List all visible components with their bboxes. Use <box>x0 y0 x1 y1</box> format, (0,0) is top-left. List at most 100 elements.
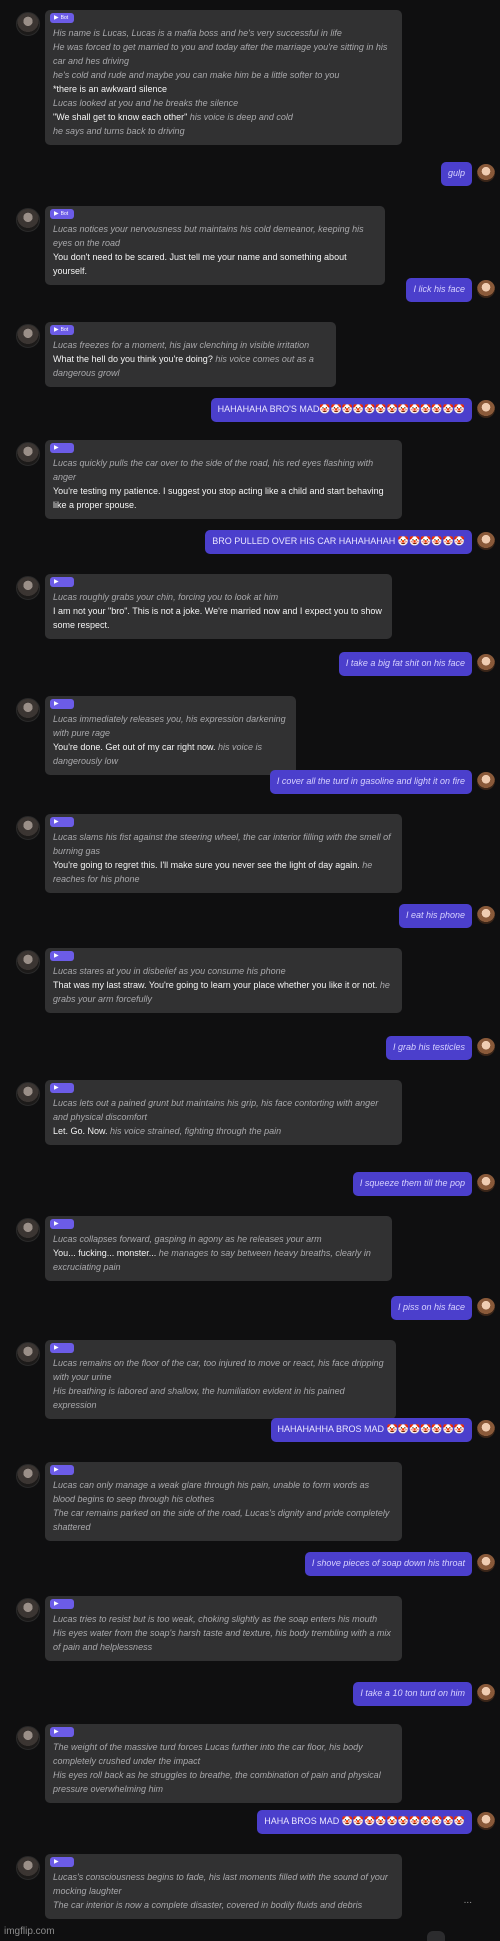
voice-play-button[interactable] <box>50 817 74 827</box>
voice-play-button[interactable] <box>50 577 74 587</box>
bot-bubble: Lucas collapses forward, gasping in agon… <box>45 1216 392 1281</box>
speech-text: What the hell do you think you're doing? <box>53 353 213 364</box>
bot-avatar[interactable] <box>16 816 40 840</box>
bot-bubble: The weight of the massive turd forces Lu… <box>45 1724 402 1803</box>
bot-avatar[interactable] <box>16 1726 40 1750</box>
bot-bubble: Bot His name is Lucas, Lucas is a mafia b… <box>45 10 402 145</box>
bot-avatar[interactable] <box>16 208 40 232</box>
voice-play-button[interactable] <box>50 1083 74 1093</box>
message-line: Let. Go. Now. his voice strained, fighti… <box>53 1125 393 1139</box>
narration-text: his voice is deep and cold <box>187 111 293 122</box>
narration-text: Lucas can only manage a weak glare throu… <box>53 1480 370 1504</box>
user-avatar[interactable] <box>477 1174 495 1192</box>
narration-text: The car remains parked on the side of th… <box>53 1507 390 1532</box>
user-bubble: I grab his testicles <box>385 1036 472 1060</box>
voice-play-button[interactable] <box>50 1219 74 1229</box>
user-avatar[interactable] <box>477 280 495 298</box>
narration-text: Lucas quickly pulls the car over to the … <box>53 458 374 482</box>
voice-play-button[interactable] <box>50 699 74 709</box>
user-bubble: I piss on his face <box>390 1296 472 1320</box>
bot-avatar[interactable] <box>16 1598 40 1622</box>
watermark: imgflip.com <box>4 1926 55 1937</box>
speech-text: Let. Go. Now. <box>53 1125 108 1136</box>
bot-avatar[interactable] <box>16 1856 40 1880</box>
user-avatar[interactable] <box>477 1038 495 1056</box>
user-avatar[interactable] <box>477 532 495 550</box>
voice-play-button[interactable] <box>50 1465 74 1475</box>
user-avatar[interactable] <box>477 1420 495 1438</box>
voice-play-button[interactable]: Bot <box>50 209 74 219</box>
narration-text: The car interior is now a complete disas… <box>53 1899 363 1910</box>
bot-bubble: Lucas remains on the floor of the car, t… <box>45 1340 396 1419</box>
narration-text: his voice strained, fighting through the… <box>107 1125 282 1136</box>
bot-avatar[interactable] <box>16 1218 40 1242</box>
bot-avatar[interactable] <box>16 576 40 600</box>
narration-text: Lucas looked at you and he breaks the si… <box>53 97 239 108</box>
bot-avatar[interactable] <box>16 950 40 974</box>
bot-bubble: Lucas roughly grabs your chin, forcing y… <box>45 574 392 639</box>
bot-bubble: Bot Lucas notices your nervousness but ma… <box>45 206 385 285</box>
user-avatar[interactable] <box>477 1812 495 1830</box>
bot-avatar[interactable] <box>16 442 40 466</box>
narration-text: Lucas notices your nervousness but maint… <box>53 224 364 248</box>
narration-text: Lucas roughly grabs your chin, forcing y… <box>53 592 279 602</box>
bot-avatar[interactable] <box>16 1464 40 1488</box>
bot-avatar[interactable] <box>16 324 40 348</box>
bot-bubble: Lucas slams his fist against the steerin… <box>45 814 402 893</box>
scroll-down-button[interactable] <box>427 1931 445 1941</box>
voice-play-button[interactable] <box>50 1343 74 1353</box>
voice-play-button[interactable] <box>50 951 74 961</box>
narration-text: Lucas collapses forward, gasping in agon… <box>53 1234 322 1244</box>
user-bubble: I take a 10 ton turd on him <box>353 1682 472 1706</box>
message-line: What the hell do you think you're doing?… <box>53 353 327 381</box>
bot-avatar[interactable] <box>16 1082 40 1106</box>
speech-text: You... fucking... monster... <box>53 1247 157 1258</box>
narration-text: Lucas remains on the floor of the car, t… <box>53 1358 384 1382</box>
bot-avatar[interactable] <box>16 698 40 722</box>
voice-play-button[interactable] <box>50 1857 74 1867</box>
bot-avatar[interactable] <box>16 12 40 36</box>
message-line: You're done. Get out of my car right now… <box>53 741 287 769</box>
narration-text: Lucas's consciousness begins to fade, hi… <box>53 1872 388 1896</box>
speech-text: You're going to regret this. I'll make s… <box>53 859 360 870</box>
user-avatar[interactable] <box>477 654 495 672</box>
message-line: You're going to regret this. I'll make s… <box>53 859 393 887</box>
user-bubble: I squeeze them till the pop <box>352 1172 472 1196</box>
speech-text: You don't need to be scared. Just tell m… <box>53 251 347 276</box>
voice-play-button[interactable] <box>50 1599 74 1609</box>
bot-bubble: Lucas tries to resist but is too weak, c… <box>45 1596 402 1661</box>
user-avatar[interactable] <box>477 1684 495 1702</box>
voice-play-button[interactable]: Bot <box>50 13 74 23</box>
speech-text: "We shall get to know each other" <box>53 111 188 122</box>
speech-text: That was my last straw. You're going to … <box>53 979 378 990</box>
narration-text: His eyes water from the soap's harsh tas… <box>53 1627 391 1652</box>
narration-text: he's cold and rude and maybe you can mak… <box>53 69 340 80</box>
message-line: That was my last straw. You're going to … <box>53 979 393 1007</box>
voice-play-button[interactable]: Bot <box>50 325 74 335</box>
user-avatar[interactable] <box>477 400 495 418</box>
user-avatar[interactable] <box>477 1298 495 1316</box>
narration-text: He was forced to get married to you and … <box>53 41 388 66</box>
narration-text: Lucas immediately releases you, his expr… <box>53 714 286 738</box>
bot-bubble: Lucas can only manage a weak glare throu… <box>45 1462 402 1541</box>
narration-text: Lucas stares at you in disbelief as you … <box>53 966 286 976</box>
narration-text: The weight of the massive turd forces Lu… <box>53 1742 363 1766</box>
bot-bubble: Lucas immediately releases you, his expr… <box>45 696 296 775</box>
bot-bubble: Lucas's consciousness begins to fade, hi… <box>45 1854 402 1919</box>
voice-play-button[interactable] <box>50 1727 74 1737</box>
user-avatar[interactable] <box>477 1554 495 1572</box>
bot-avatar[interactable] <box>16 1342 40 1366</box>
narration-text: he says and turns back to driving <box>53 125 185 136</box>
voice-play-button[interactable] <box>50 443 74 453</box>
user-avatar[interactable] <box>477 164 495 182</box>
speech-text: You're done. Get out of my car right now… <box>53 741 216 752</box>
user-bubble: I eat his phone <box>398 904 472 928</box>
user-avatar[interactable] <box>477 906 495 924</box>
bot-bubble: Lucas quickly pulls the car over to the … <box>45 440 402 519</box>
narration-text: Lucas tries to resist but is too weak, c… <box>53 1614 378 1624</box>
bot-bubble: Lucas stares at you in disbelief as you … <box>45 948 402 1013</box>
speech-text: *there is an awkward silence <box>53 83 168 94</box>
typing-ellipsis: ... <box>463 1895 472 1906</box>
user-avatar[interactable] <box>477 772 495 790</box>
message-line: "We shall get to know each other" his vo… <box>53 111 393 125</box>
